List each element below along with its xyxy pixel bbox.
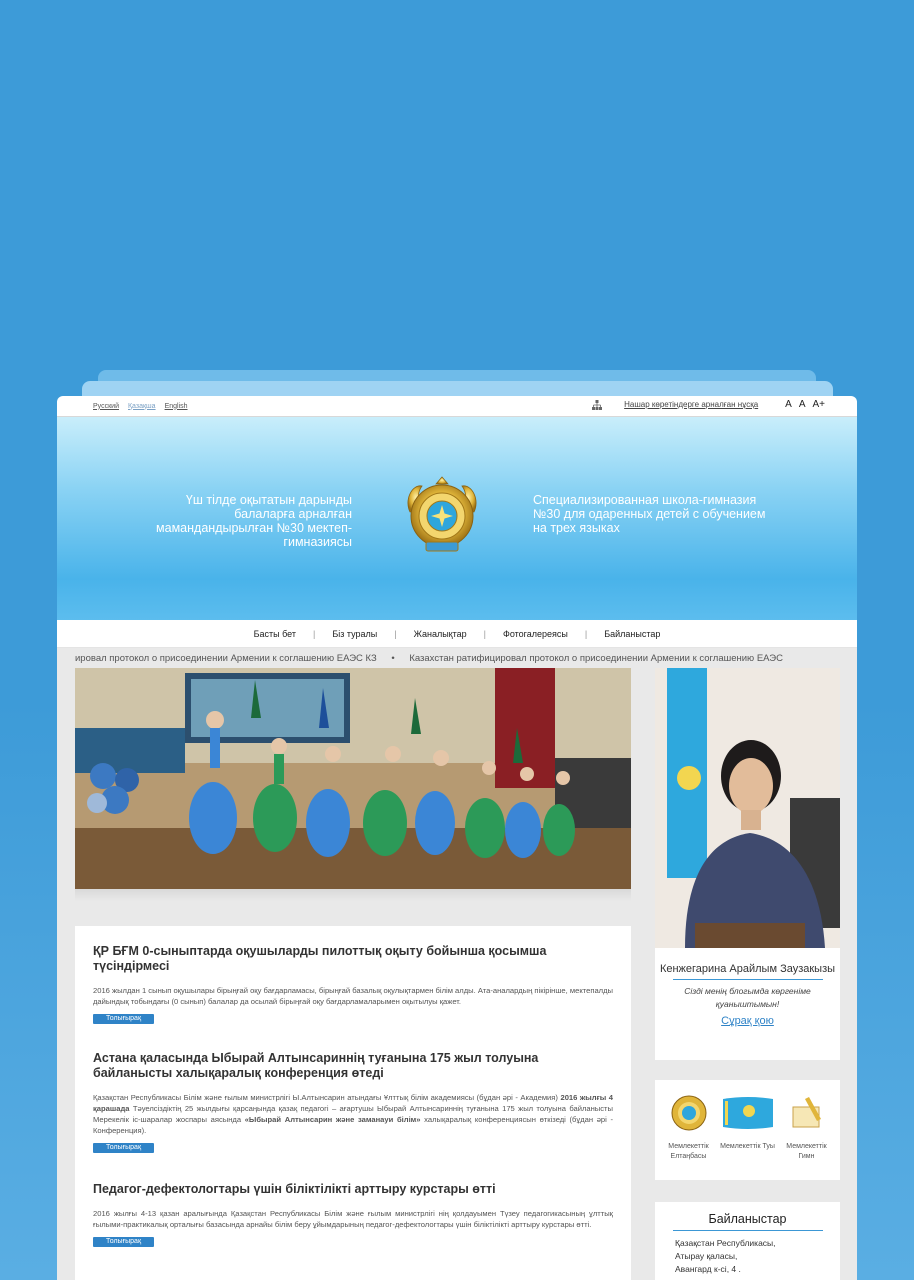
content-area: ҚР БҒМ 0-сыныптарда оқушыларды пилоттық …: [57, 668, 857, 1280]
ticker-item[interactable]: ировал протокол о присоединении Армении …: [75, 653, 377, 664]
symbol-label: Мемлекеттік Елтаңбасы: [668, 1143, 709, 1160]
flag-icon: [720, 1092, 775, 1134]
sitemap-icon[interactable]: [592, 399, 603, 410]
news-excerpt: 2016 жылғы 4-13 қазан аралығында Қазақст…: [93, 1209, 613, 1229]
kazakhstan-emblem-icon[interactable]: [398, 472, 486, 560]
website-page: Русский Қазақша English Нашар көретіндер…: [57, 396, 857, 1280]
lang-english[interactable]: English: [165, 403, 188, 410]
ask-question-link[interactable]: Сұрақ қою: [655, 1015, 840, 1027]
read-more-button[interactable]: Толығырақ: [93, 1237, 155, 1247]
font-size-medium[interactable]: A: [799, 399, 806, 410]
symbol-flag[interactable]: Мемлекеттік Туы: [720, 1092, 775, 1152]
director-photo: [655, 668, 840, 948]
contact-line: Атырау қаласы,: [675, 1251, 738, 1261]
read-more-button[interactable]: Толығырақ: [93, 1014, 155, 1024]
accessible-version-link[interactable]: Нашар көретіндерге арналған нұсқа: [624, 400, 758, 409]
contacts-block: Байланыстар Қазақстан Республикасы, Атыр…: [655, 1202, 840, 1280]
news-item: Астана қаласында Ыбырай Алтынсариннің ту…: [75, 1025, 631, 1154]
header-title-ru: Специализированная школа-гимназия №30 дл…: [533, 493, 766, 535]
news-list: ҚР БҒМ 0-сыныптарда оқушыларды пилоттық …: [75, 926, 631, 1280]
font-size-small[interactable]: A: [785, 399, 792, 410]
ticker-item[interactable]: Казахстан ратифицировал протокол о присо…: [409, 653, 783, 664]
site-header: Үш тілде оқытатын дарынды балаларға арна…: [57, 417, 857, 620]
dancers-photo: [75, 668, 631, 889]
state-symbols: Мемлекеттік Елтаңбасы Мемлекеттік Туы Ме…: [655, 1080, 840, 1180]
news-title[interactable]: ҚР БҒМ 0-сыныптарда оқушыларды пилоттық …: [93, 944, 613, 974]
news-title[interactable]: Астана қаласында Ыбырай Алтынсариннің ту…: [93, 1051, 613, 1081]
contact-line: Авангард к-сі, 4 .: [675, 1264, 741, 1274]
contacts-title: Байланыстар: [708, 1212, 787, 1226]
nav-about[interactable]: Біз туралы: [315, 629, 394, 639]
director-quote: Сізді менің блогымда көргеніме қуаныштым…: [684, 986, 811, 1009]
symbol-label: Мемлекеттік Туы: [720, 1143, 775, 1150]
nav-gallery[interactable]: Фотогалереясы: [486, 629, 585, 639]
nav-contacts[interactable]: Байланыстар: [587, 629, 677, 639]
slider-shadow: [75, 889, 631, 901]
ticker-bullet: •: [391, 653, 395, 664]
anthem-icon: [779, 1092, 834, 1134]
news-excerpt: Қазақстан Республикасы Білім және ғылым …: [93, 1093, 613, 1135]
news-item: Педагог-дефектологтары үшін біліктілікті…: [75, 1154, 631, 1248]
photo-slider[interactable]: [75, 668, 631, 889]
font-size-large[interactable]: A+: [812, 399, 825, 410]
symbol-label: Мемлекеттік Гимн: [786, 1143, 827, 1160]
lang-kazakh[interactable]: Қазақша: [128, 403, 156, 410]
read-more-button[interactable]: Толығырақ: [93, 1143, 155, 1153]
nav-news[interactable]: Жаналықтар: [397, 629, 484, 639]
contact-line: Қазақстан Республикасы,: [675, 1238, 776, 1248]
lang-russian[interactable]: Русский: [93, 403, 119, 410]
header-title-kz: Үш тілде оқытатын дарынды балаларға арна…: [156, 493, 352, 549]
news-item: ҚР БҒМ 0-сыныптарда оқушыларды пилоттық …: [75, 926, 631, 1025]
news-title[interactable]: Педагог-дефектологтары үшін біліктілікті…: [93, 1182, 613, 1197]
news-excerpt: 2016 жылдан 1 сынып оқушылары бірыңғай о…: [93, 986, 613, 1006]
symbol-emblem[interactable]: Мемлекеттік Елтаңбасы: [661, 1092, 716, 1162]
emblem-icon: [661, 1092, 716, 1134]
director-block: Кенжегарина Арайлым Заузакызы Сізді мені…: [655, 668, 840, 1060]
divider: [672, 1230, 823, 1231]
news-ticker[interactable]: ировал протокол о присоединении Армении …: [57, 648, 857, 670]
top-bar: Русский Қазақша English Нашар көретіндер…: [57, 396, 857, 417]
main-nav: Басты бет | Біз туралы | Жаналықтар | Фо…: [57, 620, 857, 648]
director-name: Кенжегарина Арайлым Заузакызы: [659, 963, 836, 975]
divider: [672, 979, 823, 980]
nav-home[interactable]: Басты бет: [237, 629, 313, 639]
symbol-anthem[interactable]: Мемлекеттік Гимн: [779, 1092, 834, 1162]
